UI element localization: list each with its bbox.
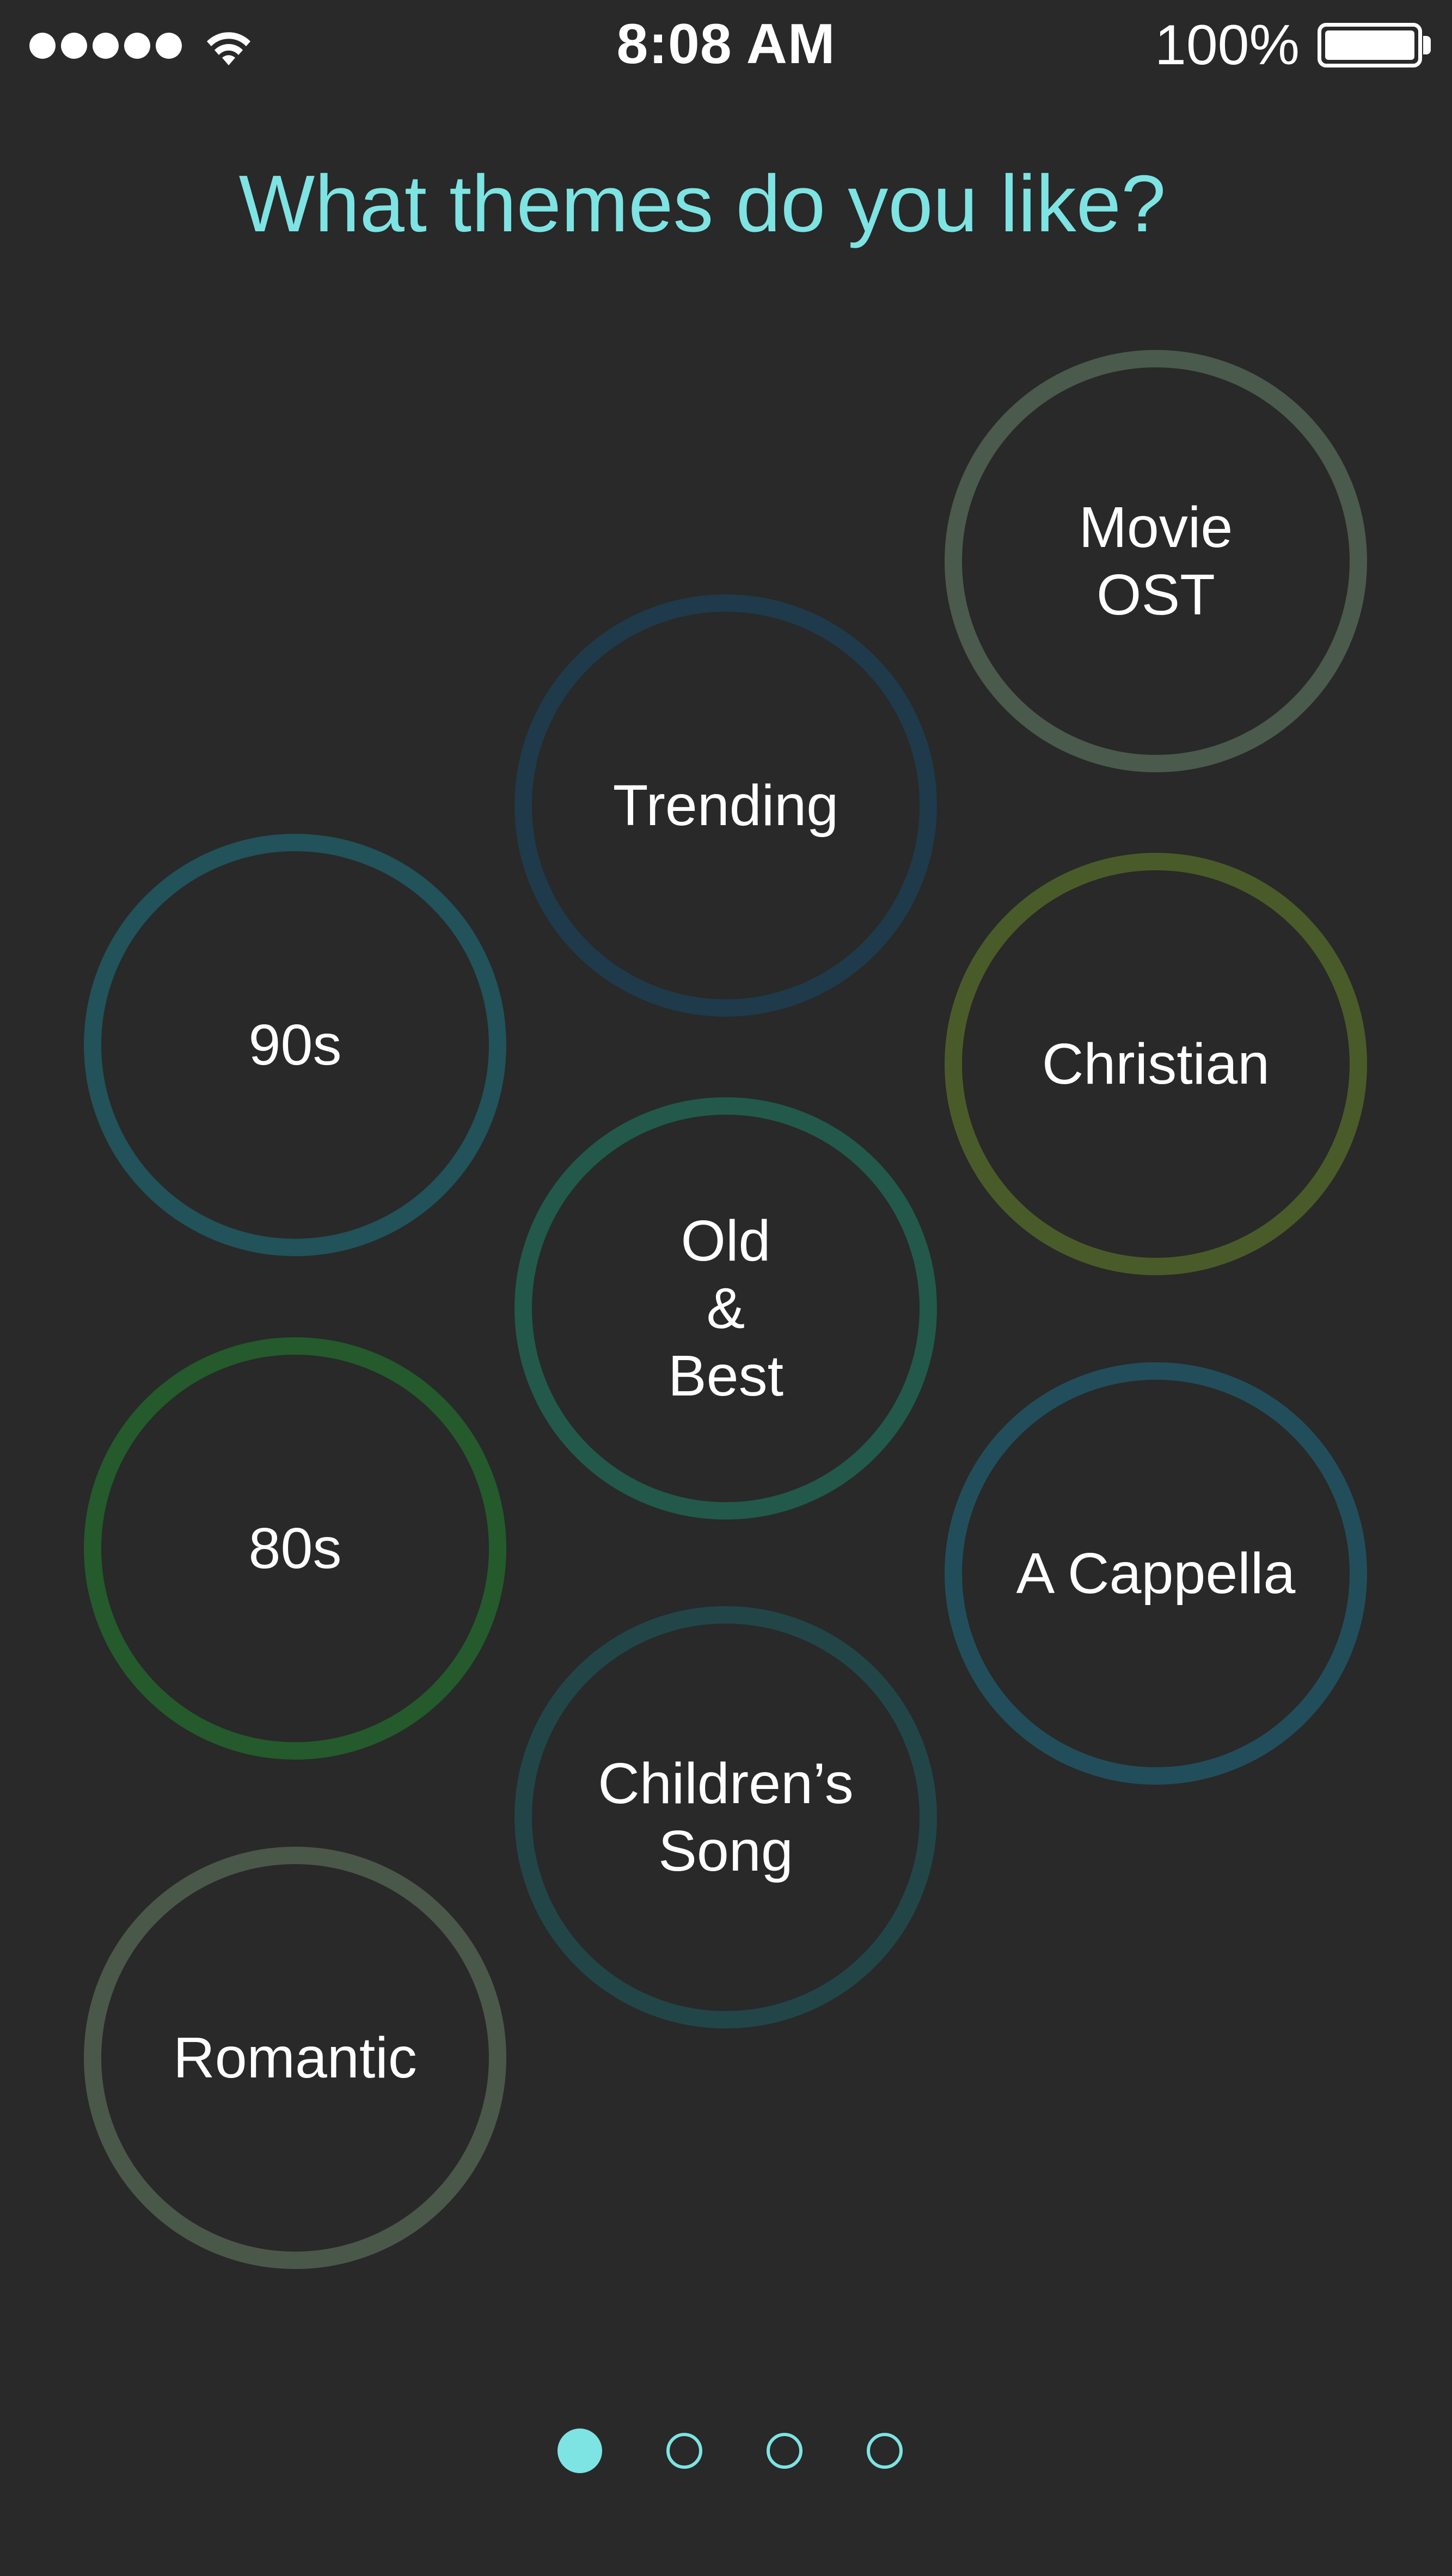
theme-label: Romantic [173,2026,417,2090]
battery-fill [1325,30,1414,60]
status-bar: 8:08 AM 100% [0,0,1452,93]
theme-bubble-movie-ost[interactable]: Movie OST [945,350,1367,772]
battery-percentage: 100% [1155,14,1300,77]
theme-label: Movie OST [1079,495,1233,627]
theme-bubble-romantic[interactable]: Romantic [84,1847,506,2269]
theme-bubble-christian[interactable]: Christian [945,853,1367,1275]
page-title: What themes do you like? [238,159,1166,249]
theme-label: Christian [1041,1032,1270,1096]
battery-tip [1423,36,1431,54]
theme-label: Children’s Song [598,1751,854,1883]
theme-bubble-childrens-song[interactable]: Children’s Song [514,1606,937,2028]
theme-label: Old & Best [667,1209,784,1408]
theme-bubble-trending[interactable]: Trending [514,594,937,1017]
theme-bubble-80s[interactable]: 80s [84,1337,506,1760]
theme-bubble-old-and-best[interactable]: Old & Best [514,1097,937,1520]
theme-bubble-90s[interactable]: 90s [84,834,506,1256]
page-dot-1[interactable] [557,2429,602,2473]
theme-label: Trending [612,773,839,838]
theme-label: 90s [248,1013,342,1077]
theme-label: A Cappella [1016,1541,1296,1606]
theme-label: 80s [248,1516,342,1581]
page-indicator [0,2429,1452,2473]
page-dot-4[interactable] [866,2433,903,2469]
page-dot-2[interactable] [666,2433,702,2469]
battery-icon [1318,23,1422,67]
theme-bubble-a-cappella[interactable]: A Cappella [945,1362,1367,1785]
page-dot-3[interactable] [766,2433,802,2469]
